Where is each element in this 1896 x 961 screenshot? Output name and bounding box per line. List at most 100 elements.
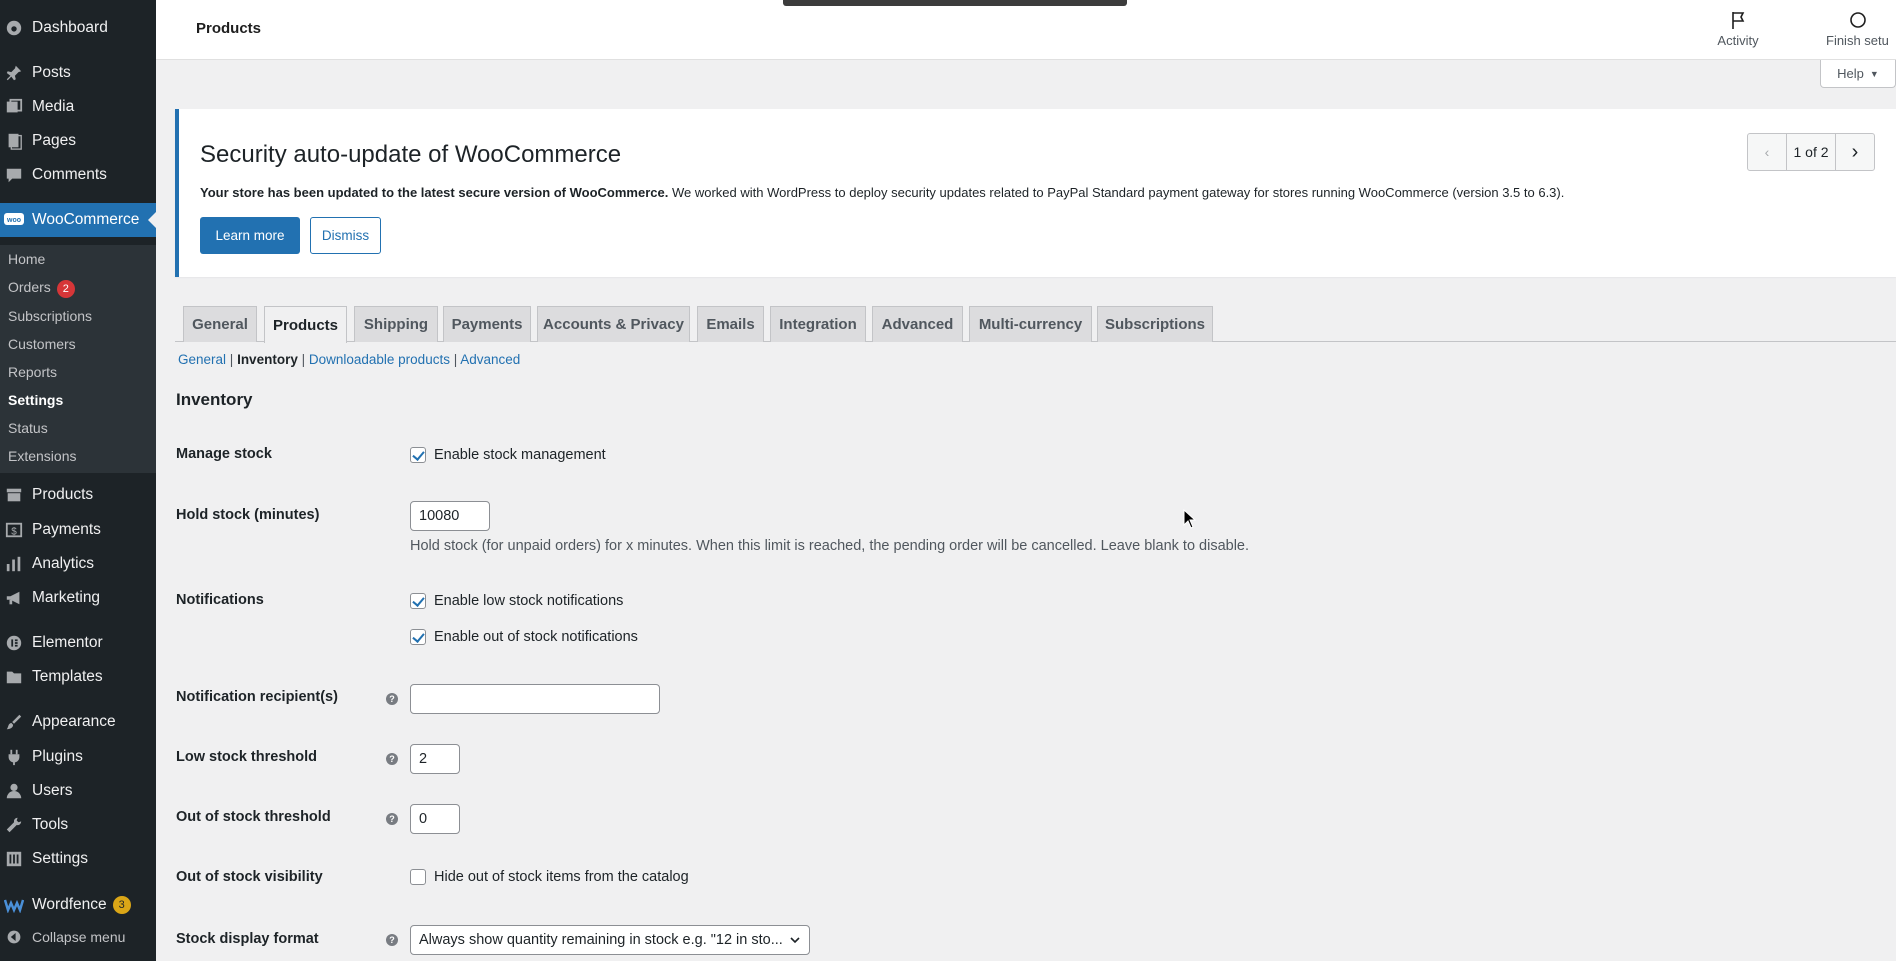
menu-label: Tools [32,816,69,833]
menu-item-marketing[interactable]: Marketing [0,581,156,615]
dashboard-icon [4,18,24,38]
subtab-downloadable-products[interactable]: Downloadable products [309,352,450,367]
menu-item-appearance[interactable]: Appearance [0,705,156,739]
menu-item-analytics[interactable]: Analytics [0,547,156,581]
menu-item-plugins[interactable]: Plugins [0,740,156,774]
collapse-menu-button[interactable]: Collapse menu [0,920,156,954]
chevron-right-icon[interactable]: › [1836,134,1874,170]
notice-body-rest: We worked with WordPress to deploy secur… [668,185,1565,200]
tab-general[interactable]: General [183,306,257,342]
submenu-label: Settings [8,392,64,408]
submenu-item-settings[interactable]: Settings [8,392,63,408]
hide-out-of-stock-checkbox[interactable]: Hide out of stock items from the catalog [410,869,689,885]
submenu-label: Extensions [8,448,77,464]
menu-label: Plugins [32,748,83,765]
menu-item-wordfence[interactable]: Wordfence 3 [0,888,156,922]
tab-products[interactable]: Products [264,306,347,343]
menu-item-payments[interactable]: $ Payments [0,513,156,547]
low-stock-threshold-input[interactable]: 2 [410,744,460,774]
help-tip-icon[interactable]: ? [386,753,398,765]
tab-integration[interactable]: Integration [770,306,866,342]
notice-title: Security auto-update of WooCommerce [200,141,622,168]
hold-stock-description: Hold stock (for unpaid orders) for x min… [410,538,1250,554]
submenu-item-extensions[interactable]: Extensions [8,448,76,464]
subtab-general[interactable]: General [178,352,226,367]
dismiss-button[interactable]: Dismiss [310,217,381,254]
menu-item-tools[interactable]: Tools [0,808,156,842]
menu-item-pages[interactable]: Pages [0,124,156,158]
notification-recipient-label: Notification recipient(s) [176,689,338,705]
manage-stock-checkbox[interactable]: Enable stock management [410,447,606,463]
subtab-advanced[interactable]: Advanced [460,352,520,367]
finish-setup-label: Finish setu [1826,33,1889,48]
menu-item-elementor[interactable]: Elementor [0,626,156,660]
tab-accounts-privacy[interactable]: Accounts & Privacy [537,306,690,342]
submenu-label: Status [8,420,48,436]
menu-item-products[interactable]: Products [0,478,156,512]
tab-payments[interactable]: Payments [443,306,531,342]
out-of-stock-threshold-input[interactable]: 0 [410,804,460,834]
menu-label: Analytics [32,555,95,572]
subtab-separator: | [301,352,309,367]
checkbox-unchecked[interactable] [410,869,426,885]
select-value: Always show quantity remaining in stock … [419,932,783,948]
menu-label: Posts [32,64,71,81]
menu-item-posts[interactable]: Posts [0,56,156,90]
admin-sidebar: Dashboard Posts Media Pages Comments woo… [0,0,156,961]
dollar-icon: $ [4,520,24,540]
tab-advanced[interactable]: Advanced [872,306,963,342]
wrench-icon [4,815,24,835]
checkbox-checked[interactable] [410,629,426,645]
hold-stock-label: Hold stock (minutes) [176,507,320,523]
submenu-item-customers[interactable]: Customers [8,336,76,352]
submenu-label: Home [8,251,46,267]
elementor-icon [4,633,24,653]
submenu-item-status[interactable]: Status [8,420,48,436]
tab-emails[interactable]: Emails [697,306,764,342]
finish-setup-button[interactable]: Finish setu [1826,10,1896,48]
out-of-stock-notifications-checkbox[interactable]: Enable out of stock notifications [410,629,638,645]
menu-label: Products [32,486,94,503]
checkbox-checked[interactable] [410,447,426,463]
tab-subscriptions[interactable]: Subscriptions [1097,306,1213,342]
menu-item-woocommerce[interactable]: woo WooCommerce [0,203,156,237]
help-tip-icon[interactable]: ? [386,813,398,825]
security-update-notice: Security auto-update of WooCommerce Your… [175,109,1896,277]
submenu-item-subscriptions[interactable]: Subscriptions [8,308,92,324]
menu-item-dashboard[interactable]: Dashboard [0,11,156,45]
menu-item-comments[interactable]: Comments [0,158,156,192]
submenu-label: Subscriptions [8,308,93,324]
submenu-item-home[interactable]: Home [8,251,45,267]
woo-icon: woo [4,210,24,230]
out-of-stock-threshold-label: Out of stock threshold [176,809,331,825]
submenu-item-orders[interactable]: Orders 2 [8,279,75,298]
menu-label: Dashboard [32,19,108,36]
menu-item-templates[interactable]: Templates [0,660,156,694]
tab-multi-currency[interactable]: Multi-currency [969,306,1092,342]
hold-stock-input[interactable]: 10080 [410,501,490,531]
activity-button[interactable]: Activity [1698,10,1778,48]
menu-item-users[interactable]: Users [0,774,156,808]
comment-icon [4,165,24,185]
submenu-item-reports[interactable]: Reports [8,364,57,380]
menu-item-settings[interactable]: Settings [0,842,156,876]
checkbox-checked[interactable] [410,593,426,609]
notification-recipient-input[interactable] [410,684,660,714]
activity-label: Activity [1717,33,1759,48]
learn-more-button[interactable]: Learn more [200,217,300,254]
menu-label: Comments [32,166,107,183]
help-tip-icon[interactable]: ? [386,693,398,705]
low-stock-threshold-label: Low stock threshold [176,749,317,765]
stock-display-format-select[interactable]: Always show quantity remaining in stock … [410,925,810,955]
chevron-left-icon[interactable]: ‹ [1748,134,1786,170]
folder-icon [4,667,24,687]
low-stock-notifications-checkbox[interactable]: Enable low stock notifications [410,593,623,609]
out-of-stock-visibility-label: Out of stock visibility [176,869,323,885]
help-tip-icon[interactable]: ? [386,934,398,946]
help-tab-button[interactable]: Help ▼ [1820,60,1896,88]
pages-icon [4,131,24,151]
menu-item-media[interactable]: Media [0,90,156,124]
subtab-inventory[interactable]: Inventory [237,352,298,367]
menu-label: Wordfence [32,896,107,913]
tab-shipping[interactable]: Shipping [354,306,438,342]
